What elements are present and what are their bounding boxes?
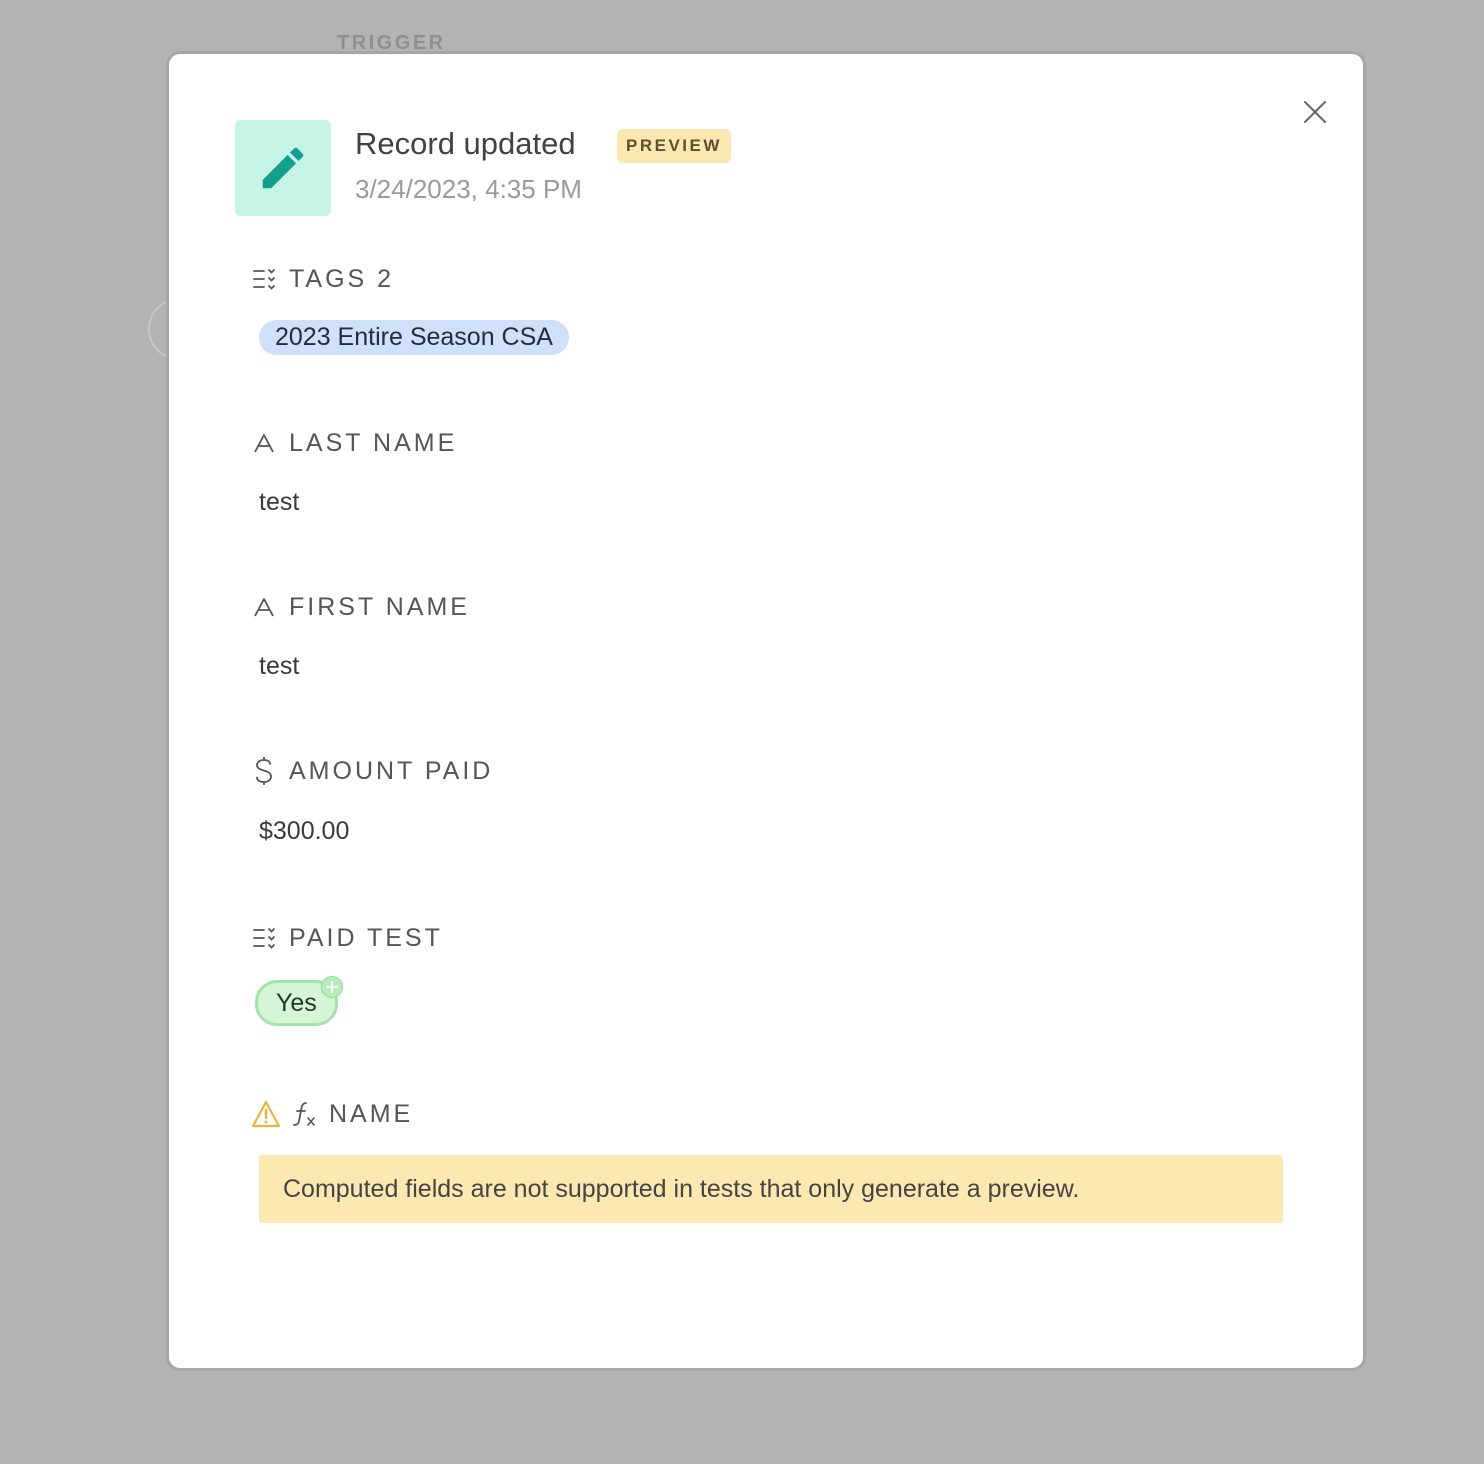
field-label-text: FIRST NAME [289,592,470,621]
formula-icon [291,1101,319,1127]
warning-icon [251,1100,281,1128]
last-name-value: test [259,488,300,516]
pencil-icon [262,147,304,189]
first-name-value: test [259,652,300,680]
preview-badge: PREVIEW [617,129,731,163]
field-label-text: PAID TEST [289,923,443,952]
tag-pill: 2023 Entire Season CSA [259,320,569,355]
record-timestamp: 3/24/2023, 4:35 PM [355,174,582,204]
plus-icon [321,976,343,998]
field-label-text: LAST NAME [289,428,458,457]
field-label-name: NAME [251,1098,413,1130]
amount-paid-value: $300.00 [259,817,350,845]
record-preview-modal: Record updated PREVIEW 3/24/2023, 4:35 P… [166,51,1366,1371]
multi-select-icon [253,266,279,292]
field-label-text: NAME [329,1099,414,1128]
dollar-icon [253,757,279,785]
field-label-text: AMOUNT PAID [289,756,494,785]
field-label-amount-paid: AMOUNT PAID [253,755,493,787]
field-label-tags-2: TAGS 2 [253,263,394,295]
record-updated-icon-tile [235,120,331,216]
field-label-last-name: LAST NAME [253,427,457,459]
field-label-paid-test: PAID TEST [253,922,443,954]
field-label-text: TAGS 2 [289,264,395,293]
text-field-icon [253,430,279,456]
modal-title: Record updated [355,126,576,161]
text-field-icon [253,594,279,620]
computed-field-notice: Computed fields are not supported in tes… [259,1155,1283,1223]
close-icon [1304,101,1326,123]
close-button[interactable] [1297,94,1333,130]
multi-select-icon [253,925,279,951]
field-label-first-name: FIRST NAME [253,591,470,623]
